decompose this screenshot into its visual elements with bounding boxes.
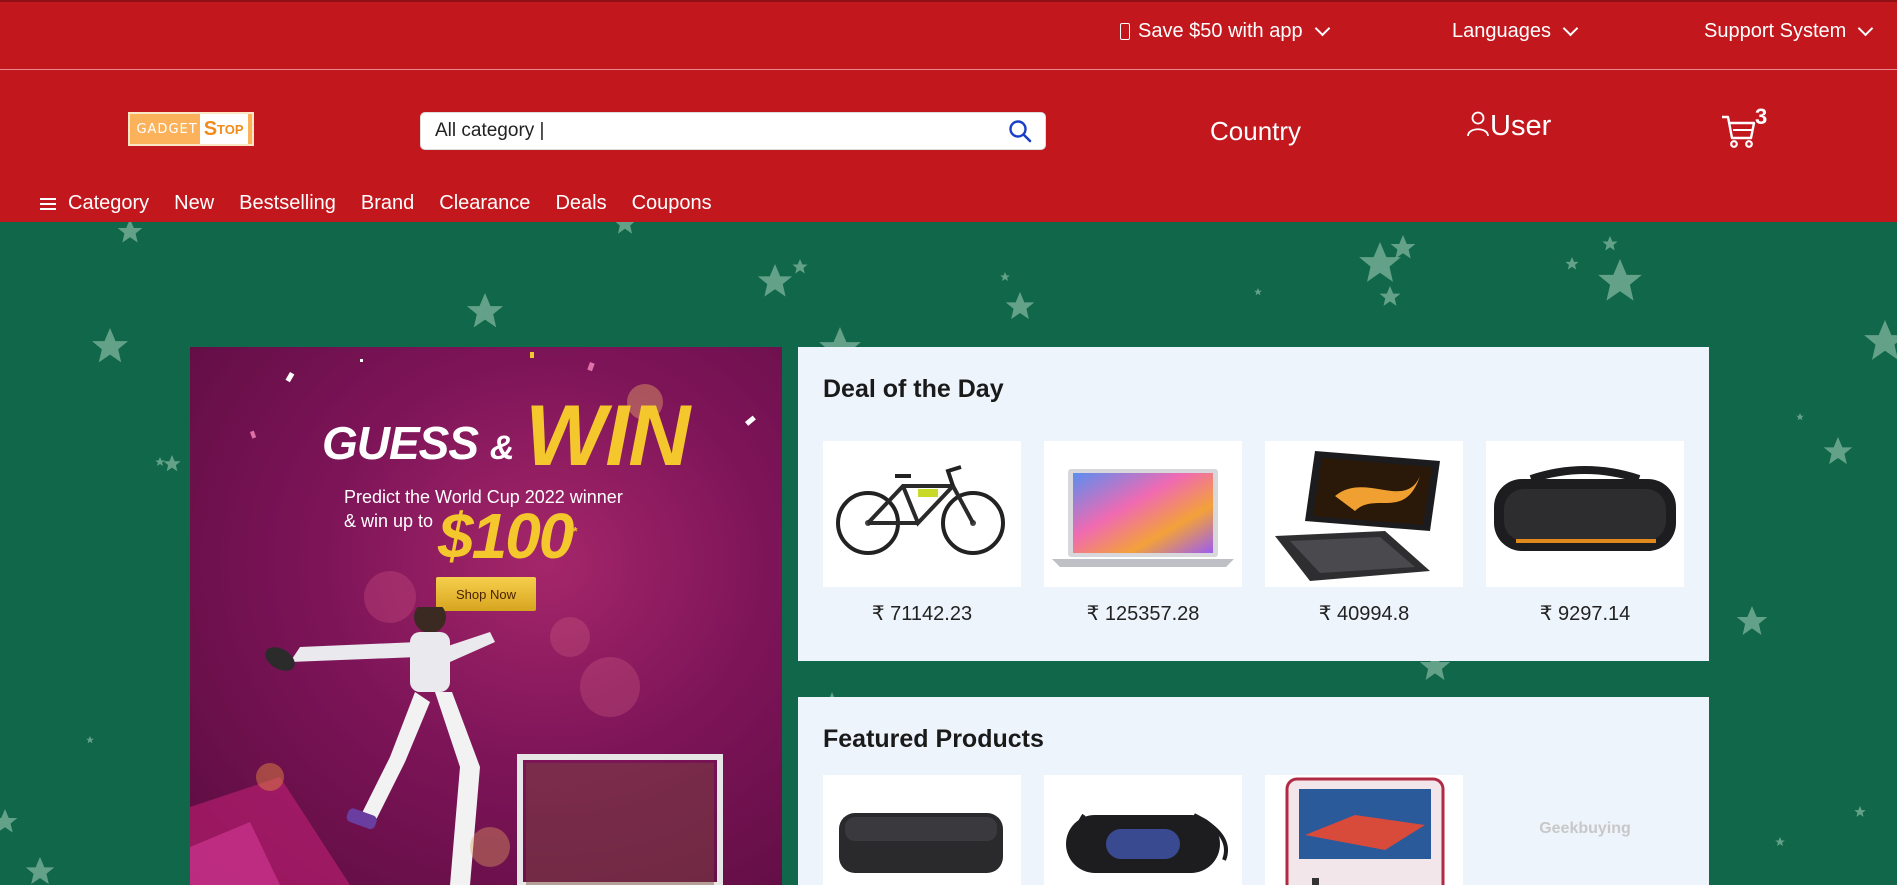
product-price: ₹ 71142.23 bbox=[871, 603, 973, 625]
banner-prize-amount: $100* bbox=[438, 500, 577, 572]
product-card[interactable] bbox=[823, 775, 1021, 885]
cart-count-badge: 3 bbox=[1755, 104, 1768, 129]
product-price: ₹ 125357.28 bbox=[1086, 603, 1200, 625]
main-nav: Category New Bestselling Brand Clearance… bbox=[40, 192, 712, 215]
site-logo[interactable]: GADGET S TOP bbox=[128, 112, 254, 146]
nav-category-label: Category bbox=[68, 192, 150, 214]
user-account-link[interactable]: User bbox=[1466, 110, 1551, 143]
nav-clearance[interactable]: Clearance bbox=[439, 192, 530, 215]
product-card[interactable] bbox=[1486, 441, 1684, 587]
support-dropdown[interactable]: Support System bbox=[1704, 20, 1874, 43]
product-card[interactable] bbox=[823, 441, 1021, 587]
product-price: ₹ 40994.8 bbox=[1318, 603, 1410, 625]
country-selector[interactable]: Country bbox=[1210, 116, 1301, 147]
app-promo-link[interactable]: Save $50 with app bbox=[1120, 20, 1330, 43]
speaker-image bbox=[1494, 466, 1676, 551]
languages-dropdown[interactable]: Languages bbox=[1452, 20, 1579, 43]
logo-text-stop: S TOP bbox=[199, 114, 248, 144]
app-promo-label: Save $50 with app bbox=[1138, 20, 1303, 42]
nav-brand[interactable]: Brand bbox=[361, 192, 414, 215]
deal-title: Deal of the Day bbox=[823, 375, 1004, 403]
languages-label: Languages bbox=[1452, 20, 1551, 42]
header: GADGET STOP Country User 3 Categ bbox=[0, 70, 1897, 222]
cart-button[interactable] bbox=[1720, 112, 1760, 152]
nav-new[interactable]: New bbox=[174, 192, 214, 215]
search-input[interactable] bbox=[421, 120, 995, 142]
logo-text-gadget: GADGET bbox=[134, 121, 200, 137]
handheld-console-image bbox=[1285, 777, 1445, 885]
nav-deals[interactable]: Deals bbox=[555, 192, 606, 215]
placeholder-logo: Geekbuying bbox=[1539, 820, 1631, 837]
search-button[interactable] bbox=[995, 113, 1045, 149]
nav-coupons[interactable]: Coupons bbox=[632, 192, 712, 215]
product-card[interactable]: Geekbuying bbox=[1486, 775, 1684, 885]
top-bar: Save $50 with app Languages Support Syst… bbox=[0, 0, 1897, 70]
mini-laptop-image bbox=[1275, 451, 1440, 581]
chevron-down-icon bbox=[1562, 20, 1579, 37]
world-cup-promo-banner[interactable]: GUESS & WIN Predict the World Cup 2022 w… bbox=[190, 347, 782, 885]
search-icon bbox=[1009, 120, 1032, 143]
product-price: ₹ 9297.14 bbox=[1539, 603, 1631, 625]
user-label: User bbox=[1490, 110, 1552, 142]
product-card[interactable] bbox=[1265, 441, 1463, 587]
deal-of-the-day-panel: Deal of the Day ₹ 71142.23 ₹ 125357.28 ₹… bbox=[798, 347, 1709, 661]
search-bar bbox=[420, 112, 1046, 150]
product-card[interactable] bbox=[1044, 775, 1242, 885]
support-label: Support System bbox=[1704, 20, 1847, 42]
menu-icon bbox=[40, 197, 56, 210]
user-icon bbox=[1467, 111, 1489, 137]
bluetooth-speaker-image bbox=[839, 813, 1003, 873]
portable-speaker-image bbox=[1066, 813, 1228, 873]
product-card[interactable] bbox=[1044, 441, 1242, 587]
shop-now-button[interactable]: Shop Now bbox=[436, 577, 536, 611]
featured-products-panel: Featured Products Geekbuying bbox=[798, 697, 1709, 885]
bicycle-image bbox=[836, 465, 1005, 555]
shopping-cart-icon bbox=[1722, 115, 1756, 148]
football-player-illustration bbox=[190, 607, 723, 885]
chevron-down-icon bbox=[1314, 20, 1330, 37]
laptop-image bbox=[1052, 469, 1234, 567]
chevron-down-icon bbox=[1858, 20, 1874, 37]
nav-bestselling[interactable]: Bestselling bbox=[239, 192, 336, 215]
phone-icon bbox=[1120, 23, 1130, 40]
nav-category[interactable]: Category bbox=[40, 192, 149, 215]
product-card[interactable] bbox=[1265, 775, 1463, 885]
featured-title: Featured Products bbox=[823, 725, 1044, 753]
banner-title: GUESS & WIN bbox=[322, 388, 690, 484]
